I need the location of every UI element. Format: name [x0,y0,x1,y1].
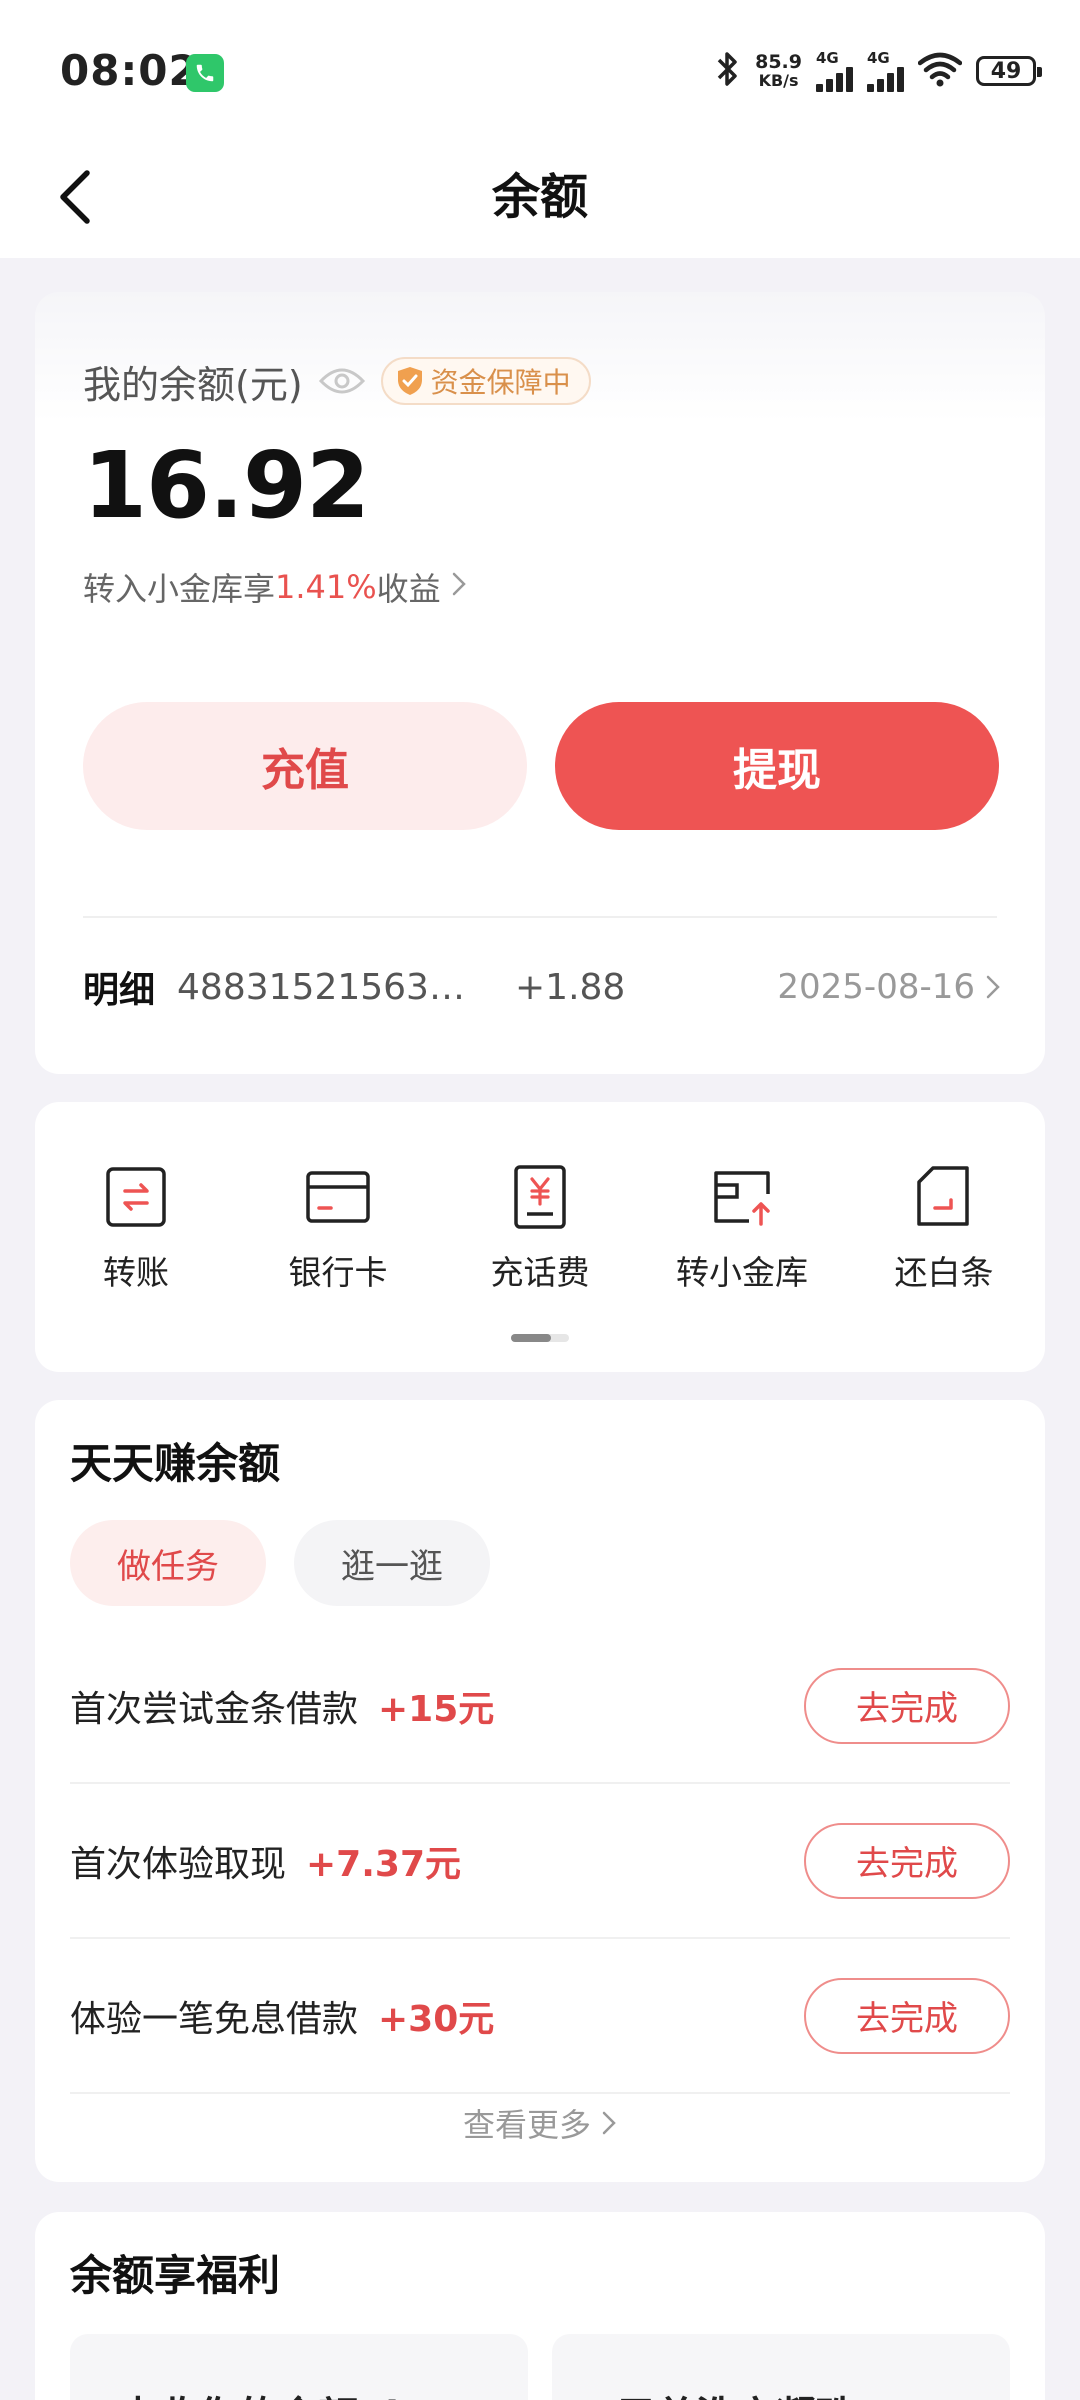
page-header: 余额 [0,140,1080,258]
chevron-right-icon [602,2111,616,2135]
chevron-right-icon [986,975,1000,999]
signal-strength-1: 4G [816,50,853,92]
section-title: 余额享福利 [70,2251,281,2300]
task-reward: +30元 [378,1998,495,2040]
shortcut-phone-bill[interactable]: 充话费 [439,1162,641,1294]
yield-prefix: 转入小金库享 [83,570,276,608]
benefit-tile-label: 1元总洗衣凝珠 [588,2384,856,2400]
shortcut-label: 银行卡 [288,1253,388,1292]
network-speed: 85.9 KB/s [755,51,802,90]
balance-amount: 16.92 [83,432,370,539]
task-row: 首次尝试金条借款 +15元 去完成 [70,1629,1010,1784]
complete-task-button[interactable]: 去完成 [804,1667,1010,1744]
signal-icon [867,66,904,92]
benefit-tile[interactable]: 1元总洗衣凝珠 [552,2334,1010,2400]
shortcut-card: 转账 银行卡 充话费 转小金库 还白条 [35,1102,1045,1372]
task-name: 首次体验取现 [70,1843,287,1885]
chevron-right-icon [451,568,467,606]
transaction-amount: +1.88 [515,966,626,1008]
task-reward: +15元 [378,1688,495,1730]
shortcut-bank-card[interactable]: 银行卡 [237,1162,439,1294]
status-bar: 08:02 85.9 KB/s 4G 4G 49 [0,0,1080,140]
tab-browse[interactable]: 逛一逛 [294,1520,490,1606]
transaction-detail-row[interactable]: 明细 4883152156322… +1.88 2025-08-16 [83,952,1001,1022]
shortcut-vault-transfer[interactable]: 转小金库 [641,1162,843,1294]
guarantee-label: 资金保障中 [430,366,571,399]
benefit-tile[interactable]: 查收你的余额Tips [70,2334,528,2400]
benefits-card: 余额享福利 查收你的余额Tips 1元总洗衣凝珠 [35,2212,1045,2400]
wifi-icon [917,51,963,91]
transaction-date-text: 2025-08-16 [777,967,975,1007]
call-icon [186,54,224,92]
status-time: 08:02 [60,46,199,95]
battery-icon: 49 [976,56,1042,86]
shortcut-row: 转账 银行卡 充话费 转小金库 还白条 [35,1162,1045,1294]
withdraw-button[interactable]: 提现 [555,702,999,830]
shortcut-label: 转小金库 [676,1253,808,1292]
task-tabs: 做任务 逛一逛 [70,1520,490,1606]
yield-rate: 1.41% [275,568,377,606]
transaction-date: 2025-08-16 [777,967,1001,1007]
fund-guarantee-badge[interactable]: 资金保障中 [380,357,591,405]
balance-label: 我的余额(元) [83,362,303,407]
task-row: 体验一笔免息借款 +30元 去完成 [70,1939,1010,2094]
see-more-link[interactable]: 查看更多 [35,2100,1045,2146]
shortcut-transfer[interactable]: 转账 [35,1162,237,1294]
complete-task-button[interactable]: 去完成 [804,1822,1010,1899]
task-name: 首次尝试金条借款 [70,1688,359,1730]
page-indicator [511,1334,569,1342]
see-more-label: 查看更多 [462,2106,591,2144]
complete-task-button[interactable]: 去完成 [804,1977,1010,2054]
transfer-icon [101,1162,171,1232]
balance-card: 我的余额(元) 资金保障中 16.92 转入小金库享 1.41% 收益 充值 提… [35,292,1045,1074]
detail-label: 明细 [83,970,156,1011]
eye-icon[interactable] [317,356,367,406]
yield-suffix: 收益 [376,570,441,608]
earn-balance-card: 天天赚余额 做任务 逛一逛 首次尝试金条借款 +15元 去完成 首次体验取现 +… [35,1400,1045,2182]
phone-bill-icon [505,1162,575,1232]
bank-card-icon [303,1162,373,1232]
bluetooth-icon [713,49,741,93]
shortcut-label: 充话费 [490,1253,590,1292]
signal-strength-2: 4G [867,50,904,92]
task-reward: +7.37元 [306,1843,462,1885]
benefit-tile-label: 查收你的余额Tips [118,2384,451,2400]
vault-yield-link[interactable]: 转入小金库享 1.41% 收益 [83,564,467,610]
recharge-button[interactable]: 充值 [83,702,527,830]
page-title: 余额 [491,169,588,225]
shortcut-repay[interactable]: 还白条 [843,1162,1045,1294]
signal-icon [816,66,853,92]
tab-do-tasks[interactable]: 做任务 [70,1520,266,1606]
task-name: 体验一笔免息借款 [70,1998,359,2040]
shield-icon [397,367,422,395]
vault-transfer-icon [707,1162,777,1232]
repay-icon [909,1162,979,1232]
task-row: 首次体验取现 +7.37元 去完成 [70,1784,1010,1939]
divider [83,916,997,918]
shortcut-label: 还白条 [894,1253,994,1292]
section-title: 天天赚余额 [70,1439,281,1488]
shortcut-label: 转账 [103,1253,169,1292]
transaction-id: 4883152156322… [177,966,488,1008]
